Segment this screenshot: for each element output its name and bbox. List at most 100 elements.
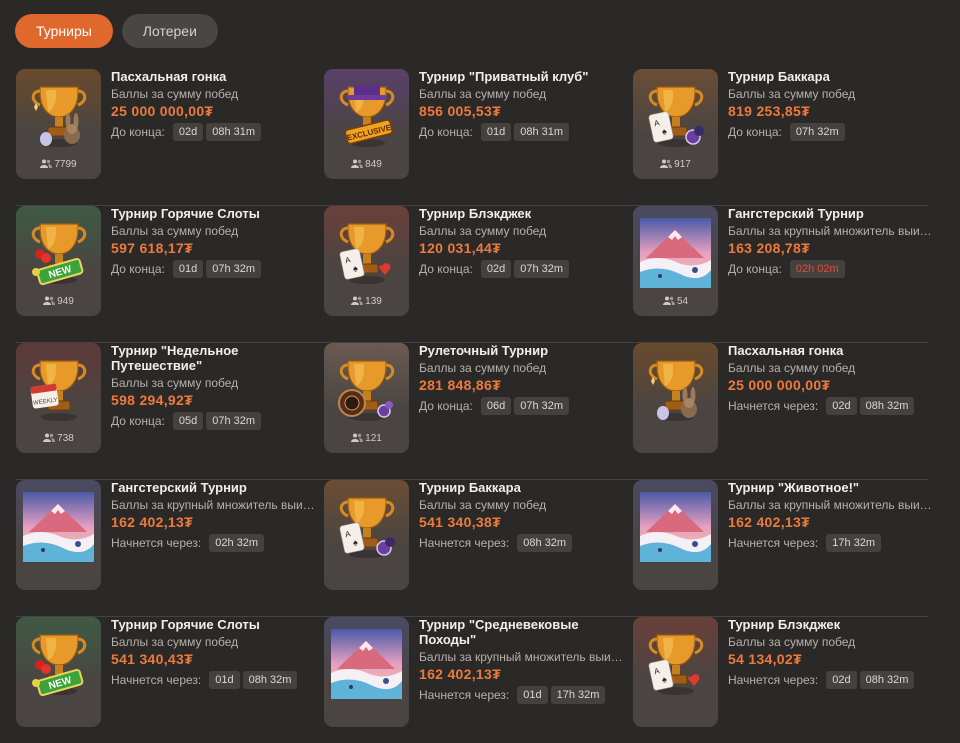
tournament-title[interactable]: Гангстерский Турнир xyxy=(111,480,311,495)
tournament-card[interactable]: A ♠ Турнир Баккара Баллы за сумму побед 541… xyxy=(324,480,624,598)
tournament-card[interactable]: 54 Гангстерский Турнир Баллы за крупный мн… xyxy=(633,206,933,324)
timer-chip: 08h 31m xyxy=(206,123,262,141)
tournament-info: Баллы за сумму побед 541 340,43₮ Начнется … xyxy=(111,635,316,689)
tournament-card[interactable]: Турнир "Животное!" Баллы за крупный множи… xyxy=(633,480,933,598)
countdown-timer: До конца: 06d 07h 32m xyxy=(419,397,624,415)
timer-label: До конца: xyxy=(419,262,473,276)
tournament-card[interactable]: 121 Рулеточный Турнир Баллы за сумму побед… xyxy=(324,343,624,461)
timer-label: Начнется через: xyxy=(111,673,202,687)
tournament-thumbnail[interactable] xyxy=(633,480,718,590)
tournament-subtitle: Баллы за сумму побед xyxy=(111,87,239,101)
trophy-icon: A♠ xyxy=(339,497,395,558)
players-value: 849 xyxy=(365,159,382,170)
tournament-info: Баллы за сумму побед 25 000 000,00₮ До кон… xyxy=(111,87,316,141)
timer-chip: 08h 32m xyxy=(242,671,298,689)
countdown-timer: До конца: 02d 08h 31m xyxy=(111,123,316,141)
players-count: 7799 xyxy=(16,159,101,170)
tournament-thumbnail[interactable]: 7799 xyxy=(16,69,101,179)
tab-lotteries[interactable]: Лотереи xyxy=(121,14,218,48)
timer-label: Начнется через: xyxy=(419,688,510,702)
tournament-info: Баллы за сумму побед 541 340,38₮ Начнется … xyxy=(419,498,624,552)
timer-chip: 02d xyxy=(826,671,857,689)
tournament-title[interactable]: Турнир "Приватный клуб" xyxy=(419,69,619,84)
prize-amount: 162 402,13₮ xyxy=(728,514,810,530)
tournament-card[interactable]: WEEKLY 738 Турнир "Недельное Путешествие"… xyxy=(16,343,316,461)
tournament-info: Баллы за крупный множитель выигрыша 162 4… xyxy=(728,498,933,552)
tournament-card[interactable]: EXCLUSIVE 849 Турнир "Приватный клуб" Балл… xyxy=(324,69,624,187)
tournament-title[interactable]: Турнир Горячие Слоты xyxy=(111,617,311,632)
tournament-title[interactable]: Пасхальная гонка xyxy=(111,69,311,84)
tournament-row: NEW Турнир Горячие Слоты Баллы за сумму п… xyxy=(16,617,928,743)
tournament-card[interactable]: Гангстерский Турнир Баллы за крупный множ… xyxy=(16,480,316,598)
tournament-thumbnail[interactable]: A ♠ 917 xyxy=(633,69,718,179)
tournament-thumbnail[interactable]: A ♠ 139 xyxy=(324,206,409,316)
trophy-icon: A♠ xyxy=(339,223,395,284)
tournament-thumbnail[interactable]: 54 xyxy=(633,206,718,316)
tournament-card[interactable]: NEW Турнир Горячие Слоты Баллы за сумму п… xyxy=(16,617,316,735)
tournament-card[interactable]: Турнир "Средневековые Походы" Баллы за кр… xyxy=(324,617,624,735)
tournament-thumbnail[interactable] xyxy=(16,480,101,590)
tournament-thumbnail[interactable]: WEEKLY 738 xyxy=(16,343,101,453)
tournament-subtitle: Баллы за сумму побед xyxy=(419,224,547,238)
tournament-card[interactable]: A ♠ Турнир Блэкджек Баллы за сумму побед 54… xyxy=(633,617,933,735)
players-icon xyxy=(40,159,53,168)
tournament-thumbnail[interactable]: EXCLUSIVE 849 xyxy=(324,69,409,179)
timer-chip: 06d xyxy=(480,397,512,415)
tournament-tabs: Турниры Лотереи xyxy=(15,14,218,48)
tournament-title[interactable]: Турнир Блэкджек xyxy=(419,206,619,221)
tournament-thumbnail[interactable]: 121 xyxy=(324,343,409,453)
tournament-title[interactable]: Турнир "Средневековые Походы" xyxy=(419,617,619,647)
tournament-subtitle: Баллы за крупный множитель выигрыша xyxy=(728,224,933,238)
tournament-thumbnail[interactable] xyxy=(633,343,718,453)
players-count: 54 xyxy=(633,296,718,307)
timer-label: Начнется через: xyxy=(728,536,819,550)
tournament-title[interactable]: Турнир "Недельное Путешествие" xyxy=(111,343,311,373)
tournament-card[interactable]: A ♠ 917 Турнир Баккара Баллы за сумму побед… xyxy=(633,69,933,187)
tournament-thumbnail[interactable]: NEW xyxy=(16,617,101,727)
timer-label: До конца: xyxy=(728,262,782,276)
tab-tournaments[interactable]: Турниры xyxy=(15,14,113,48)
players-icon xyxy=(43,433,56,442)
prize-amount: 163 208,78₮ xyxy=(728,240,810,256)
players-value: 54 xyxy=(676,296,689,307)
trophy-icon: NEW xyxy=(31,223,87,286)
timer-chip: 01d xyxy=(517,686,548,704)
tournament-title[interactable]: Турнир Баккара xyxy=(728,69,928,84)
tournament-thumbnail[interactable]: A ♠ xyxy=(633,617,718,727)
tournament-subtitle: Баллы за сумму побед xyxy=(111,635,239,649)
players-icon xyxy=(662,296,675,305)
players-icon xyxy=(351,159,364,168)
prize-amount: 819 253,85₮ xyxy=(728,103,810,119)
tournament-info: Баллы за крупный множитель выигрыша 163 2… xyxy=(728,224,933,278)
tournament-thumbnail[interactable]: A ♠ xyxy=(324,480,409,590)
timer-chip: 08h 32m xyxy=(859,397,915,415)
countdown-timer: Начнется через: 17h 32m xyxy=(728,534,933,552)
tournament-thumbnail[interactable]: NEW 949 xyxy=(16,206,101,316)
timer-chip: 07h 32m xyxy=(789,123,845,141)
tournament-card[interactable]: NEW 949 Турнир Горячие Слоты Баллы за сумм… xyxy=(16,206,316,324)
timer-label: До конца: xyxy=(111,414,165,428)
timer-label: Начнется через: xyxy=(111,536,202,550)
prize-amount: 25 000 000,00₮ xyxy=(111,103,214,119)
players-count: 849 xyxy=(324,159,409,170)
countdown-timer: Начнется через: 08h 32m xyxy=(419,534,624,552)
tournament-title[interactable]: Турнир Горячие Слоты xyxy=(111,206,311,221)
tournament-title[interactable]: Турнир Блэкджек xyxy=(728,617,928,632)
tournament-card[interactable]: A ♠ 139 Турнир Блэкджек Баллы за сумму побе… xyxy=(324,206,624,324)
mountain-scene-icon xyxy=(23,492,94,562)
tournament-title[interactable]: Рулеточный Турнир xyxy=(419,343,619,358)
tournament-info: Баллы за сумму побед 54 134,02₮ Начнется ч… xyxy=(728,635,933,689)
tournament-thumbnail[interactable] xyxy=(324,617,409,727)
players-icon xyxy=(351,433,364,442)
tournament-title[interactable]: Турнир Баккара xyxy=(419,480,619,495)
trophy-icon: EXCLUSIVE xyxy=(339,85,395,147)
tournament-title[interactable]: Турнир "Животное!" xyxy=(728,480,928,495)
tournament-title[interactable]: Гангстерский Турнир xyxy=(728,206,928,221)
timer-chip: 01d xyxy=(480,123,512,141)
tournament-title[interactable]: Пасхальная гонка xyxy=(728,343,928,358)
timer-label: Начнется через: xyxy=(419,536,510,550)
tournament-card[interactable]: Пасхальная гонка Баллы за сумму побед 25 0… xyxy=(633,343,933,461)
tournament-info: Баллы за сумму побед 819 253,85₮ До конца:… xyxy=(728,87,933,141)
timer-chip: 17h 32m xyxy=(550,686,606,704)
tournament-card[interactable]: 7799 Пасхальная гонка Баллы за сумму побед… xyxy=(16,69,316,187)
